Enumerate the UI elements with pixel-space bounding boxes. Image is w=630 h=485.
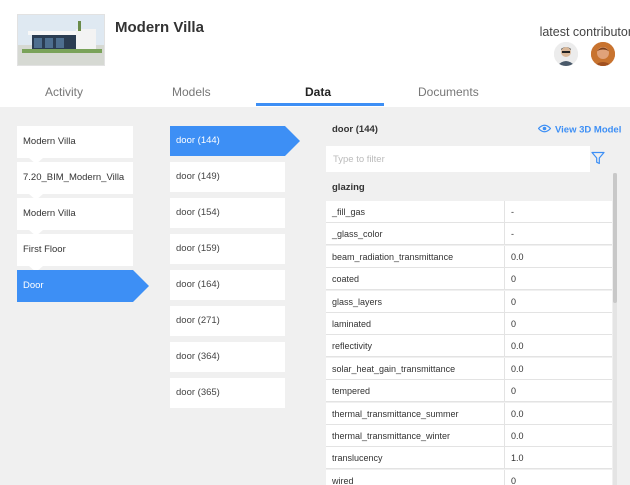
property-panel: door (144) View 3D Model glazing _fill_g… <box>325 107 630 485</box>
hierarchy-item-label: First Floor <box>23 244 66 255</box>
contributor-avatar[interactable] <box>554 42 578 66</box>
object-item[interactable]: door (364) <box>170 342 285 372</box>
hierarchy-item-label: 7.20_BIM_Modern_Villa <box>23 172 125 183</box>
tab-documents[interactable]: Documents <box>418 85 479 99</box>
object-item-selected[interactable]: door (144) <box>170 126 300 156</box>
view-3d-model-link[interactable]: View 3D Model <box>537 124 622 136</box>
active-tab-indicator <box>256 103 384 106</box>
property-row: translucency 1.0 <box>326 447 612 470</box>
property-key: laminated <box>332 319 372 329</box>
property-row: wired 0 <box>326 469 612 485</box>
property-key: wired <box>332 475 354 485</box>
scrollbar-thumb[interactable] <box>613 173 617 303</box>
property-value: 0.0 <box>504 425 612 447</box>
property-row: beam_radiation_transmittance 0.0 <box>326 245 612 268</box>
object-item-label: door (159) <box>176 243 220 254</box>
object-item[interactable]: door (271) <box>170 306 285 336</box>
object-item[interactable]: door (159) <box>170 234 285 264</box>
hierarchy-item[interactable]: Modern Villa <box>17 198 133 236</box>
hierarchy-item[interactable]: Modern Villa <box>17 126 133 164</box>
project-header: Modern Villa latest contributor <box>0 0 630 79</box>
property-value: 0.0 <box>504 357 612 380</box>
property-key: thermal_transmittance_summer <box>332 408 459 419</box>
property-row: solar_heat_gain_transmittance 0.0 <box>326 357 612 380</box>
hierarchy-item-selected[interactable]: Door <box>17 270 149 302</box>
property-key: beam_radiation_transmittance <box>332 251 454 262</box>
project-thumbnail[interactable] <box>17 14 105 66</box>
property-scrollbar[interactable] <box>613 173 617 485</box>
tab-data[interactable]: Data <box>305 85 331 99</box>
tab-models[interactable]: Models <box>172 85 211 99</box>
property-value: 0 <box>504 290 612 313</box>
property-row: laminated 0 <box>326 313 612 335</box>
selection-arrow-icon <box>133 270 149 302</box>
property-key: _fill_gas <box>332 207 366 217</box>
property-value: 0 <box>504 469 612 485</box>
filter-icon[interactable] <box>591 151 605 170</box>
property-row: coated 0 <box>326 268 612 291</box>
object-item-label: door (154) <box>176 207 220 218</box>
selection-arrow-icon <box>285 126 300 156</box>
property-key: coated <box>332 274 360 285</box>
hierarchy-item-label: Modern Villa <box>23 136 76 147</box>
filter-input[interactable] <box>326 146 590 172</box>
property-row: thermal_transmittance_winter 0.0 <box>326 425 612 447</box>
property-value: - <box>504 201 612 223</box>
property-row: _glass_color - <box>326 223 612 246</box>
project-title: Modern Villa <box>115 19 204 36</box>
property-value: 1.0 <box>504 447 612 470</box>
object-item[interactable]: door (365) <box>170 378 285 408</box>
object-item-label: door (364) <box>176 351 220 362</box>
object-item-label: door (149) <box>176 171 220 182</box>
hierarchy-item[interactable]: First Floor <box>17 234 133 272</box>
hierarchy-item[interactable]: 7.20_BIM_Modern_Villa <box>17 162 133 200</box>
object-item-label: door (365) <box>176 387 220 398</box>
property-key: reflectivity <box>332 341 373 352</box>
data-browser: Modern Villa 7.20_BIM_Modern_Villa Moder… <box>0 107 630 485</box>
property-value: - <box>504 223 612 246</box>
property-value: 0.0 <box>504 402 612 425</box>
latest-contributor-label: latest contributor <box>539 25 630 39</box>
property-row: _fill_gas - <box>326 201 612 223</box>
property-value: 0.0 <box>504 245 612 268</box>
property-key: solar_heat_gain_transmittance <box>332 363 456 374</box>
tab-activity[interactable]: Activity <box>45 85 83 99</box>
hierarchy-item-label: Modern Villa <box>23 208 76 219</box>
property-key: glass_layers <box>332 296 383 307</box>
property-group-label: glazing <box>332 182 365 193</box>
property-row: glass_layers 0 <box>326 290 612 313</box>
contributor-avatar[interactable] <box>591 42 615 66</box>
object-item[interactable]: door (154) <box>170 198 285 228</box>
eye-icon <box>537 124 552 136</box>
property-row: reflectivity 0.0 <box>326 335 612 358</box>
property-key: thermal_transmittance_winter <box>332 431 451 441</box>
selected-object-title: door (144) <box>332 124 378 135</box>
hierarchy-item-label: Door <box>23 280 44 291</box>
property-value: 0 <box>504 268 612 291</box>
object-item[interactable]: door (149) <box>170 162 285 192</box>
object-item-label: door (144) <box>176 135 220 146</box>
tab-bar: Activity Models Data Documents <box>0 79 630 107</box>
property-key: _glass_color <box>332 229 383 240</box>
property-key: translucency <box>332 453 383 464</box>
object-item-label: door (271) <box>176 315 220 326</box>
object-item-label: door (164) <box>176 279 220 290</box>
property-row: thermal_transmittance_summer 0.0 <box>326 402 612 425</box>
view-3d-model-label: View 3D Model <box>555 124 622 136</box>
object-item[interactable]: door (164) <box>170 270 285 300</box>
property-value: 0.0 <box>504 335 612 358</box>
property-key: tempered <box>332 386 371 397</box>
property-value: 0 <box>504 380 612 403</box>
property-row: tempered 0 <box>326 380 612 403</box>
property-value: 0 <box>504 313 612 335</box>
